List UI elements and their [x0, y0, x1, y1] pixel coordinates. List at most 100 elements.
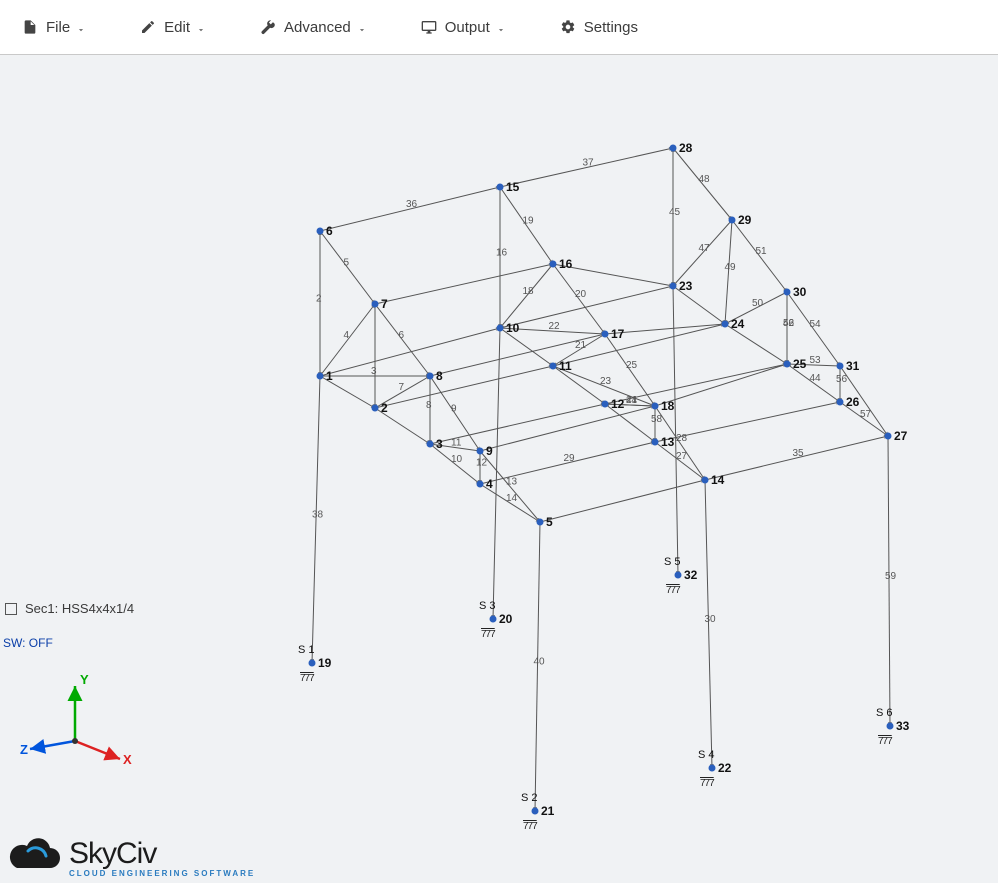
member-label: 14 — [506, 493, 518, 504]
node-label: 7 — [381, 297, 388, 311]
support-label: S 1 — [298, 644, 315, 656]
wrench-icon — [260, 19, 276, 35]
menu-output-label: Output — [445, 19, 490, 36]
model-viewport[interactable]: 2569111014131229384016191820222123252427… — [0, 56, 998, 883]
support-label: S 4 — [698, 749, 715, 761]
menu-file-label: File — [46, 19, 70, 36]
xyz-triad-icon: X Y Z — [20, 666, 140, 786]
member-label: 29 — [564, 453, 576, 464]
monitor-icon — [421, 19, 437, 35]
member-label: 47 — [699, 243, 711, 254]
node[interactable]: 6 — [317, 224, 334, 238]
node[interactable]: 17 — [602, 327, 625, 341]
file-icon — [22, 19, 38, 35]
support-label: S 3 — [479, 600, 496, 612]
section-legend: Sec1: HSS4x4x1/4 — [5, 601, 134, 616]
member-label: 7 — [399, 382, 405, 393]
node-label: 5 — [546, 515, 553, 529]
node-label: 19 — [318, 656, 332, 670]
logo-tagline: CLOUD ENGINEERING SOFTWARE — [69, 869, 255, 878]
node-label: 31 — [846, 359, 860, 373]
node-label: 9 — [486, 444, 493, 458]
chevron-down-icon — [76, 22, 86, 32]
support-fixed-icon: 777 — [481, 629, 496, 640]
node[interactable]: 4 — [477, 477, 494, 491]
menu-edit-label: Edit — [164, 19, 190, 36]
member-label: 40 — [534, 657, 546, 668]
member-label: 41 — [626, 395, 638, 406]
member-label: 53 — [810, 355, 822, 366]
node[interactable]: 2 — [372, 401, 389, 415]
menu-settings[interactable]: Settings — [548, 13, 650, 42]
node[interactable]: 7 — [372, 297, 389, 311]
node-label: 25 — [793, 357, 807, 371]
member-label: 58 — [651, 414, 663, 425]
menu-settings-label: Settings — [584, 19, 638, 36]
support-fixed-icon: 777 — [523, 821, 538, 832]
member-label: 50 — [752, 298, 764, 309]
node-label: 32 — [684, 568, 698, 582]
node-label: 2 — [381, 401, 388, 415]
member-label: 27 — [676, 451, 688, 462]
node[interactable]: 5 — [537, 515, 554, 529]
node-label: 17 — [611, 327, 625, 341]
node-label: 21 — [541, 804, 555, 818]
chevron-down-icon — [496, 22, 506, 32]
node[interactable]: 11 — [550, 359, 573, 373]
menu-edit[interactable]: Edit — [128, 13, 218, 42]
node-label: 4 — [486, 477, 493, 491]
support-fixed-icon: 777 — [300, 673, 315, 684]
member-label: 59 — [885, 571, 897, 582]
node-label: 29 — [738, 213, 752, 227]
node[interactable]: 16 — [550, 257, 573, 271]
member-label: 25 — [626, 360, 638, 371]
member-label: 2 — [316, 294, 322, 305]
member[interactable] — [655, 402, 840, 442]
member-label: 10 — [451, 454, 463, 465]
member-label: 30 — [705, 614, 717, 625]
node[interactable]: 12 — [602, 397, 625, 411]
node[interactable]: 3 — [427, 437, 444, 451]
support-fixed-icon: 777 — [700, 778, 715, 789]
cloud-icon — [5, 838, 65, 878]
node-label: 20 — [499, 612, 513, 626]
menubar: File Edit Advanced Output — [0, 0, 998, 55]
member-label: 54 — [810, 319, 822, 330]
node[interactable]: 8 — [427, 369, 444, 383]
member-label: 48 — [699, 174, 711, 185]
member-label: 8 — [426, 400, 432, 411]
member-label: 20 — [575, 289, 587, 300]
member[interactable] — [540, 480, 705, 522]
menu-advanced[interactable]: Advanced — [248, 13, 379, 42]
skyciv-logo: SkyCiv CLOUD ENGINEERING SOFTWARE — [5, 838, 255, 878]
gear-icon — [560, 19, 576, 35]
node-label: 14 — [711, 473, 725, 487]
node-label: 33 — [896, 719, 910, 733]
node-label: 6 — [326, 224, 333, 238]
node-label: 1 — [326, 369, 333, 383]
node-label: 15 — [506, 180, 520, 194]
member-label: 13 — [506, 477, 518, 488]
node-label: 10 — [506, 321, 520, 335]
node-label: 18 — [661, 399, 675, 413]
member-label: 16 — [496, 248, 508, 259]
member-label: 37 — [583, 158, 595, 169]
node-label: 23 — [679, 279, 693, 293]
member[interactable] — [673, 286, 678, 575]
section-swatch — [5, 603, 17, 615]
node-label: 22 — [718, 761, 732, 775]
support-fixed-icon: 777 — [878, 736, 893, 747]
self-weight-label: SW: OFF — [3, 636, 53, 650]
axis-x-label: X — [123, 752, 132, 767]
member-label: 21 — [575, 340, 587, 351]
pencil-icon — [140, 19, 156, 35]
member-label: 28 — [676, 433, 688, 444]
axis-y-label: Y — [80, 672, 89, 687]
member[interactable] — [375, 264, 553, 304]
support-label: S 6 — [876, 707, 893, 719]
node-label: 27 — [894, 429, 908, 443]
menu-file[interactable]: File — [10, 13, 98, 42]
member-label: 44 — [810, 373, 822, 384]
structural-model[interactable]: 2569111014131229384016191820222123252427… — [0, 56, 998, 883]
menu-output[interactable]: Output — [409, 13, 518, 42]
